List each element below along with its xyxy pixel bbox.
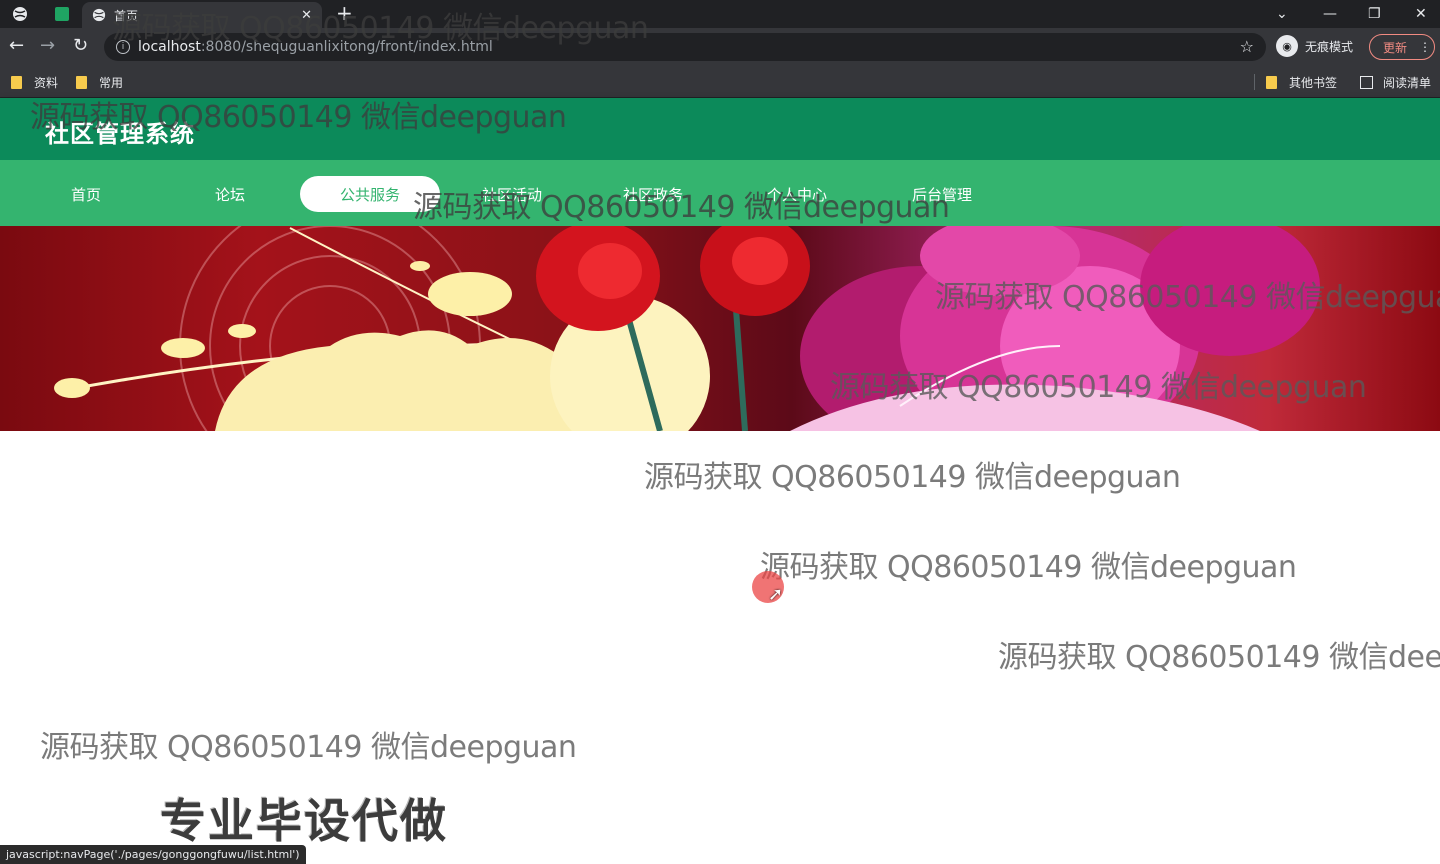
bookmark-label: 其他书签 [1289, 76, 1338, 90]
folder-icon [1266, 76, 1277, 89]
restore-icon[interactable]: ❐ [1368, 0, 1381, 28]
watermark: 源码获取 QQ86050149 微信dee [998, 640, 1440, 675]
nav-home[interactable]: 首页 [16, 176, 156, 212]
menu-dots-icon[interactable]: ⋮ [1419, 40, 1431, 54]
minimize-icon[interactable]: — [1323, 0, 1337, 28]
globe-icon [13, 7, 27, 21]
watermark: 源码获取 QQ86050149 微信deepgua [935, 280, 1440, 315]
other-bookmarks[interactable]: 其他书签 [1266, 74, 1337, 91]
watermark: 源码获取 QQ86050149 微信deepguan [30, 100, 567, 135]
watermark: 源码获取 QQ86050149 微信deepguan [760, 550, 1297, 585]
mouse-cursor-icon: ➚ [768, 584, 784, 605]
incognito-label: 无痕模式 [1305, 39, 1354, 54]
watermark: 源码获取 QQ86050149 微信deepguan [644, 460, 1181, 495]
update-button[interactable]: 更新 ⋮ [1369, 34, 1435, 60]
watermark: 源码获取 QQ86050149 微信deepguan [112, 11, 649, 46]
watermark: 源码获取 QQ86050149 微信deepguan [413, 190, 950, 225]
update-label: 更新 [1383, 40, 1408, 55]
bookmark-folder[interactable]: 资料 [11, 74, 58, 91]
folder-icon [11, 76, 22, 89]
tab-search-icon[interactable]: ⌄ [1276, 0, 1288, 28]
status-bar-url: javascript:navPage('./pages/gonggongfuwu… [0, 845, 306, 864]
pinned-tab[interactable] [0, 0, 40, 28]
bookmark-star-icon[interactable]: ☆ [1240, 37, 1254, 56]
bookmark-folder[interactable]: 常用 [76, 74, 123, 91]
watermark: 源码获取 QQ86050149 微信deepguan [830, 370, 1367, 405]
incognito-icon: ◉ [1276, 35, 1298, 57]
globe-icon [92, 8, 106, 22]
reading-list[interactable]: 阅读清单 [1360, 74, 1431, 91]
close-window-icon[interactable]: ✕ [1415, 0, 1427, 28]
screen: 首页 ✕ + ⌄ — ❐ ✕ ← → ↻ i localhost:8080/sh… [0, 0, 1440, 864]
reading-list-icon [1360, 76, 1373, 89]
back-icon[interactable]: ← [9, 37, 24, 55]
folder-icon [76, 76, 87, 89]
nav-forum[interactable]: 论坛 [160, 176, 300, 212]
bookmark-label: 资料 [34, 76, 59, 90]
pinned-tab-sheet[interactable] [42, 0, 82, 28]
incognito-indicator[interactable]: ◉ 无痕模式 [1276, 35, 1353, 57]
watermark: 源码获取 QQ86050149 微信deepguan [40, 730, 577, 765]
bookmark-label: 阅读清单 [1383, 76, 1432, 90]
promo-text: 专业毕设代做 [160, 794, 448, 848]
sheet-icon [55, 7, 69, 21]
bookmark-separator [1254, 74, 1255, 90]
forward-icon[interactable]: → [40, 37, 55, 55]
bookmark-label: 常用 [99, 76, 124, 90]
reload-icon[interactable]: ↻ [73, 37, 88, 55]
